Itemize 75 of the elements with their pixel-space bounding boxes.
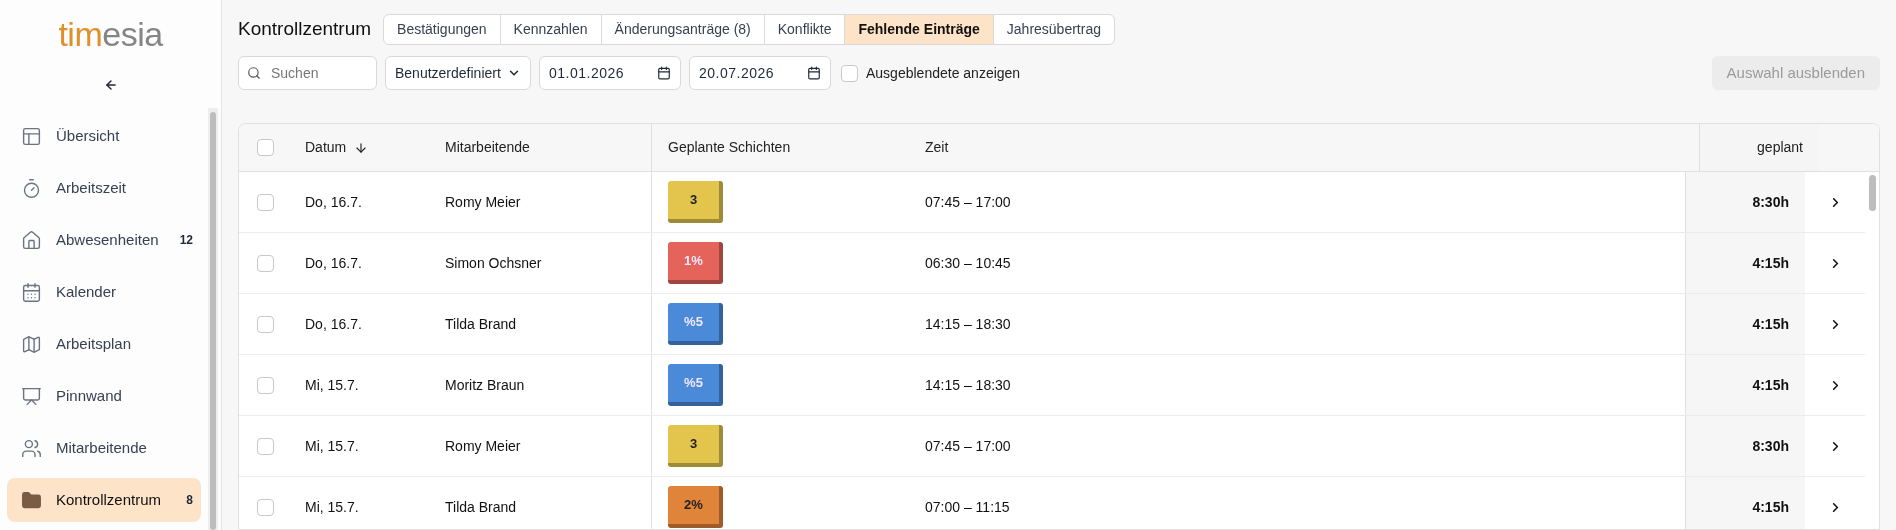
nav-item[interactable]: Übersicht — [7, 114, 201, 158]
nav-item[interactable]: Mitarbeitende — [7, 426, 201, 470]
planned-hours-cell-text: 8:30h — [1752, 436, 1789, 456]
date-cell: Do, 16.7. — [305, 254, 362, 271]
shift-badge: 3 — [668, 181, 723, 223]
row-checkbox[interactable] — [256, 315, 274, 333]
shift-badge: 3 — [668, 425, 723, 467]
checkbox[interactable] — [841, 64, 858, 82]
shift-badge: 1% — [668, 242, 723, 284]
range-select[interactable]: Benutzerdefiniert — [385, 56, 531, 90]
row-checkbox[interactable] — [256, 254, 274, 272]
date-cell: Mi, 15.7. — [305, 498, 359, 515]
employee-cell: Romy Meier — [445, 193, 521, 210]
nav-item[interactable]: Kontrollzentrum 8 — [7, 478, 201, 522]
column-header[interactable]: geplant — [1757, 137, 1803, 158]
tab[interactable]: Änderungsanträge (8) — [600, 14, 764, 44]
nav-item[interactable]: Arbeitsplan — [7, 322, 201, 366]
date-cell: Do, 16.7. — [305, 193, 362, 210]
employee-cell: Simon Ochsner — [445, 254, 542, 271]
employee-cell: Moritz Braun — [445, 376, 525, 393]
calendar-icon — [657, 66, 671, 80]
house-icon — [21, 229, 42, 251]
column-header[interactable]: Mitarbeitende — [445, 137, 530, 158]
time-cell: 14:15 – 18:30 — [925, 315, 1011, 332]
employee-cell: Romy Meier — [445, 437, 521, 454]
calendar-icon — [807, 66, 821, 80]
page-title: Kontrollzentrum — [238, 16, 372, 41]
logo: timesia — [58, 14, 163, 54]
column-header[interactable]: Zeit — [925, 137, 949, 158]
nav-item[interactable]: Arbeitszeit — [7, 166, 201, 210]
count-label: 8 — [186, 492, 193, 509]
users-icon — [21, 437, 42, 459]
shift-badge: %5 — [668, 303, 723, 345]
board-icon — [21, 385, 42, 407]
tab[interactable]: Jahresübertrag — [992, 14, 1114, 44]
nav-item[interactable]: Abwesenheiten 12 — [7, 218, 201, 262]
column-header[interactable]: Geplante Schichten — [668, 137, 791, 158]
shift-badge: %5 — [668, 364, 723, 406]
planned-hours-cell-text: 8:30h — [1752, 192, 1789, 212]
shift-badge: 2% — [668, 486, 723, 528]
date-cell: Mi, 15.7. — [305, 376, 359, 393]
date-cell: Do, 16.7. — [305, 315, 362, 332]
checkbox-label: Ausgeblendete anzeigen — [866, 63, 1021, 83]
select-all-checkbox[interactable] — [256, 139, 274, 156]
layout-icon — [21, 125, 42, 147]
date-field[interactable]: 01.01.2026 — [539, 56, 681, 90]
nav-item[interactable]: Kalender — [7, 270, 201, 314]
stopwatch-icon — [21, 177, 42, 199]
row-checkbox[interactable] — [256, 498, 274, 516]
row-checkbox[interactable] — [256, 437, 274, 455]
tab[interactable]: Fehlende Einträge — [844, 14, 993, 44]
planned-hours-cell-text: 4:15h — [1752, 497, 1789, 517]
planned-hours-cell-text: 4:15h — [1752, 253, 1789, 273]
time-cell: 06:30 – 10:45 — [925, 254, 1011, 271]
search-field[interactable]: Suchen — [238, 56, 377, 90]
column-header[interactable]: Datum — [305, 137, 347, 158]
time-cell: 14:15 – 18:30 — [925, 376, 1011, 393]
row-checkbox[interactable] — [256, 376, 274, 394]
planned-hours-cell-text: 4:15h — [1752, 375, 1789, 395]
date-field[interactable]: 20.07.2026 — [689, 56, 831, 90]
employee-cell: Tilda Brand — [445, 498, 517, 515]
row-checkbox[interactable] — [256, 193, 274, 211]
count-label: 12 — [179, 232, 193, 249]
calendar-icon — [21, 281, 42, 303]
time-cell: 07:00 – 11:15 — [925, 498, 1010, 515]
planned-hours-cell-text: 4:15h — [1752, 314, 1789, 334]
time-cell: 07:45 – 17:00 — [925, 437, 1011, 454]
employee-cell: Tilda Brand — [445, 315, 517, 332]
date-cell: Mi, 15.7. — [305, 437, 359, 454]
search-icon — [247, 66, 261, 80]
map-icon — [21, 333, 42, 355]
tab[interactable]: Kennzahlen — [499, 14, 601, 44]
time-cell: 07:45 – 17:00 — [925, 193, 1011, 210]
nav-item[interactable]: Pinnwand — [7, 374, 201, 418]
tab[interactable]: Bestätigungen — [384, 14, 500, 44]
